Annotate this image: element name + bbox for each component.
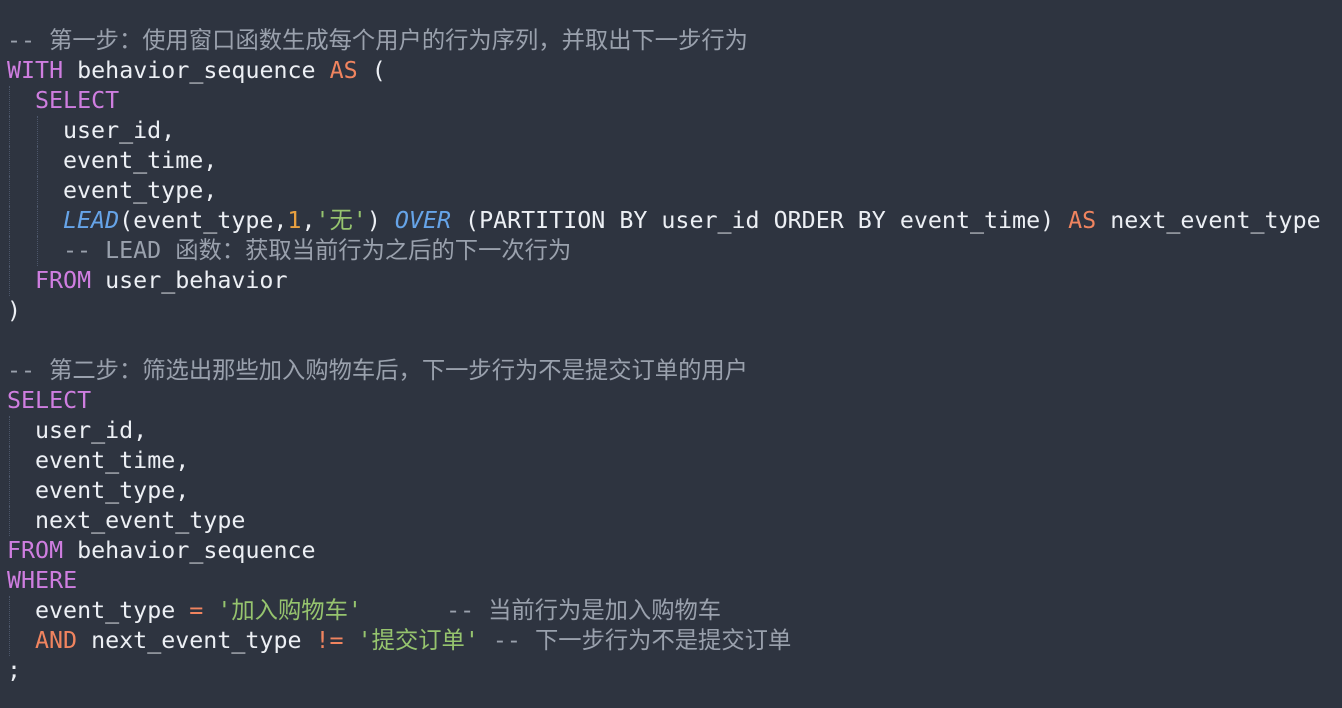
identifier-token: next_event_type	[77, 627, 316, 654]
code-line[interactable]: -- 第一步：使用窗口函数生成每个用户的行为序列，并取出下一步行为	[0, 26, 1342, 56]
indent-guide	[9, 236, 10, 266]
identifier-token: behavior_sequence	[63, 537, 316, 564]
identifier-token: (PARTITION BY user_id ORDER BY event_tim…	[451, 207, 1069, 234]
identifier-token	[362, 597, 446, 624]
indent-guide	[9, 446, 10, 476]
code-line[interactable]: event_time,	[0, 146, 1342, 176]
code-line[interactable]	[0, 326, 1342, 356]
indent-guide	[9, 206, 10, 236]
code-line[interactable]: FROM behavior_sequence	[0, 536, 1342, 566]
string-literal-token: '加入购物车'	[217, 597, 362, 624]
operator-keyword-token: =	[189, 597, 204, 624]
code-line[interactable]: SELECT	[0, 86, 1342, 116]
identifier-token: user_id,	[63, 117, 176, 144]
operator-keyword-token: AND	[35, 627, 78, 654]
code-line[interactable]: -- LEAD 函数：获取当前行为之后的下一次行为	[0, 236, 1342, 266]
indent-guide	[9, 146, 10, 176]
code-line[interactable]: event_time,	[0, 446, 1342, 476]
identifier-token	[479, 627, 493, 654]
identifier-token: ,	[301, 207, 316, 234]
code-line[interactable]: event_type,	[0, 176, 1342, 206]
indent-guide	[37, 176, 38, 206]
indent-guide	[9, 596, 10, 626]
code-line[interactable]: user_id,	[0, 116, 1342, 146]
indent-guide	[9, 116, 10, 146]
code-line[interactable]: WHERE	[0, 566, 1342, 596]
keyword-token: WHERE	[7, 567, 78, 594]
code-line[interactable]: LEAD(event_type,1,'无') OVER (PARTITION B…	[0, 206, 1342, 236]
identifier-token: event_type,	[63, 177, 218, 204]
indent-guide	[37, 116, 38, 146]
indent-guide	[9, 626, 10, 656]
identifier-token: (	[357, 57, 386, 84]
code-line[interactable]: AND next_event_type != '提交订单' -- 下一步行为不是…	[0, 626, 1342, 656]
number-literal-token: 1	[287, 207, 302, 234]
identifier-token: event_time,	[35, 447, 190, 474]
identifier-token: ;	[7, 657, 22, 684]
identifier-token: )	[7, 297, 22, 324]
code-line[interactable]: event_type,	[0, 476, 1342, 506]
comment-token: -- 下一步行为不是提交订单	[492, 627, 792, 654]
code-line[interactable]: event_type = '加入购物车' -- 当前行为是加入购物车	[0, 596, 1342, 626]
indent-guide	[37, 206, 38, 236]
code-line[interactable]: WITH behavior_sequence AS (	[0, 56, 1342, 86]
code-editor-window: { "editor": { "language": "SQL", "colors…	[0, 0, 1342, 708]
indent-guide	[37, 236, 38, 266]
keyword-token: FROM	[35, 267, 92, 294]
identifier-token: behavior_sequence	[63, 57, 330, 84]
identifier-token: user_behavior	[91, 267, 288, 294]
indent-guide	[9, 176, 10, 206]
indent-guide	[9, 416, 10, 446]
code-line[interactable]: -- 第二步：筛选出那些加入购物车后，下一步行为不是提交订单的用户	[0, 356, 1342, 386]
function-token: LEAD	[63, 207, 120, 234]
identifier-token: (event_type,	[119, 207, 288, 234]
code-line[interactable]: next_event_type	[0, 506, 1342, 536]
function-token: OVER	[394, 207, 452, 234]
indent-guide	[9, 86, 10, 116]
operator-keyword-token: !=	[315, 627, 344, 654]
keyword-token: SELECT	[7, 387, 92, 414]
code-line[interactable]: ;	[0, 656, 1342, 686]
indent-guide	[9, 476, 10, 506]
identifier-token	[344, 627, 358, 654]
code-line[interactable]: SELECT	[0, 386, 1342, 416]
operator-keyword-token: AS	[329, 57, 358, 84]
indent-guide	[37, 146, 38, 176]
code-line[interactable]: user_id,	[0, 416, 1342, 446]
operator-keyword-token: AS	[1068, 207, 1097, 234]
keyword-token: WITH	[7, 57, 64, 84]
indent-guide	[9, 266, 10, 296]
string-literal-token: '提交订单'	[357, 627, 479, 654]
identifier-token: event_type,	[35, 477, 190, 504]
keyword-token: FROM	[7, 537, 64, 564]
code-editor[interactable]: -- 第一步：使用窗口函数生成每个用户的行为序列，并取出下一步行为 WITH be…	[0, 26, 1342, 708]
comment-token: -- 第二步：筛选出那些加入购物车后，下一步行为不是提交订单的用户	[7, 357, 748, 384]
indent-guide	[9, 506, 10, 536]
identifier-token	[203, 597, 217, 624]
string-literal-token: '无'	[315, 207, 367, 234]
comment-token: -- LEAD 函数：获取当前行为之后的下一次行为	[63, 237, 572, 264]
identifier-token: event_time,	[63, 147, 218, 174]
identifier-token: event_type	[35, 597, 190, 624]
keyword-token: SELECT	[35, 87, 120, 114]
identifier-token: )	[366, 207, 395, 234]
identifier-token: next_event_type	[35, 507, 246, 534]
identifier-token: user_id,	[35, 417, 148, 444]
comment-token: -- 第一步：使用窗口函数生成每个用户的行为序列，并取出下一步行为	[7, 27, 748, 54]
code-line[interactable]: FROM user_behavior	[0, 266, 1342, 296]
comment-token: -- 当前行为是加入购物车	[446, 597, 722, 624]
identifier-token: next_event_type	[1096, 207, 1321, 234]
code-line[interactable]: )	[0, 296, 1342, 326]
